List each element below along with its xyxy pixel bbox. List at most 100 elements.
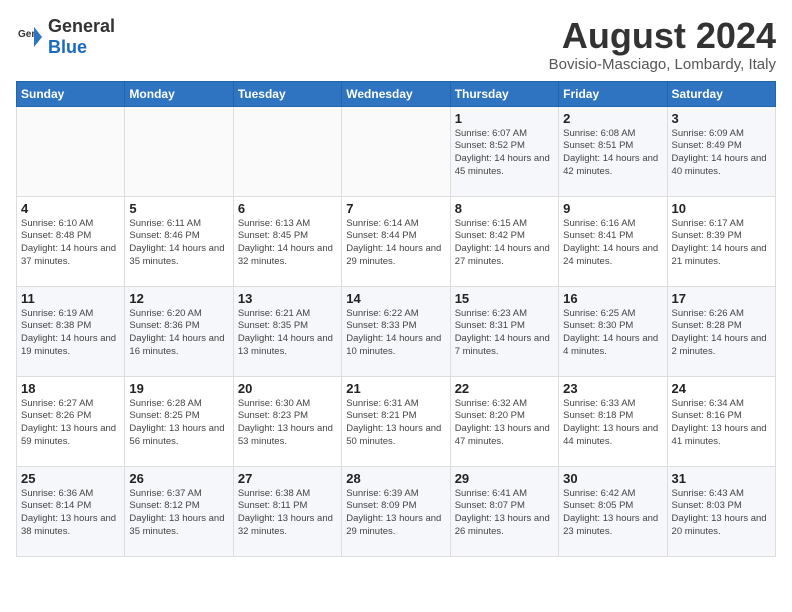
day-detail: Sunrise: 6:32 AM Sunset: 8:20 PM Dayligh…: [455, 398, 554, 449]
calendar-day-cell: 12 Sunrise: 6:20 AM Sunset: 8:36 PM Dayli…: [125, 286, 233, 376]
weekday-header-cell: Friday: [559, 81, 667, 106]
calendar-day-cell: 27 Sunrise: 6:38 AM Sunset: 8:11 PM Dayli…: [233, 466, 341, 556]
calendar-day-cell: 17Sunrise: 6:26 AM Sunset: 8:28 PM Dayli…: [667, 286, 775, 376]
day-number: 7: [346, 201, 445, 216]
day-detail: Sunrise: 6:28 AM Sunset: 8:25 PM Dayligh…: [129, 398, 228, 449]
weekday-header-cell: Monday: [125, 81, 233, 106]
day-number: 5: [129, 201, 228, 216]
calendar-day-cell: 9 Sunrise: 6:16 AM Sunset: 8:41 PM Daylig…: [559, 196, 667, 286]
calendar-week-row: 1Sunrise: 6:07 AM Sunset: 8:52 PM Daylig…: [17, 106, 776, 196]
day-detail: Sunrise: 6:36 AM Sunset: 8:14 PM Dayligh…: [21, 488, 120, 539]
calendar-day-cell: 29 Sunrise: 6:41 AM Sunset: 8:07 PM Dayli…: [450, 466, 558, 556]
day-number: 3: [672, 111, 771, 126]
day-detail: Sunrise: 6:15 AM Sunset: 8:42 PM Dayligh…: [455, 218, 554, 269]
calendar-day-cell: 28 Sunrise: 6:39 AM Sunset: 8:09 PM Dayli…: [342, 466, 450, 556]
day-number: 20: [238, 381, 337, 396]
calendar-day-cell: 6 Sunrise: 6:13 AM Sunset: 8:45 PM Daylig…: [233, 196, 341, 286]
day-detail: Sunrise: 6:39 AM Sunset: 8:09 PM Dayligh…: [346, 488, 445, 539]
day-number: 9: [563, 201, 662, 216]
day-detail: Sunrise: 6:27 AM Sunset: 8:26 PM Dayligh…: [21, 398, 120, 449]
calendar-day-cell: 26Sunrise: 6:37 AM Sunset: 8:12 PM Dayli…: [125, 466, 233, 556]
day-number: 16: [563, 291, 662, 306]
calendar-day-cell: 20 Sunrise: 6:30 AM Sunset: 8:23 PM Dayli…: [233, 376, 341, 466]
day-number: 8: [455, 201, 554, 216]
day-number: 30: [563, 471, 662, 486]
day-detail: Sunrise: 6:19 AM Sunset: 8:38 PM Dayligh…: [21, 308, 120, 359]
day-number: 29: [455, 471, 554, 486]
day-detail: Sunrise: 6:17 AM Sunset: 8:39 PM Dayligh…: [672, 218, 771, 269]
day-number: 25: [21, 471, 120, 486]
day-number: 10: [672, 201, 771, 216]
day-detail: Sunrise: 6:22 AM Sunset: 8:33 PM Dayligh…: [346, 308, 445, 359]
calendar-day-cell: 24 Sunrise: 6:34 AM Sunset: 8:16 PM Dayli…: [667, 376, 775, 466]
calendar-day-cell: 21 Sunrise: 6:31 AM Sunset: 8:21 PM Dayli…: [342, 376, 450, 466]
day-number: 19: [129, 381, 228, 396]
day-number: 28: [346, 471, 445, 486]
day-detail: Sunrise: 6:13 AM Sunset: 8:45 PM Dayligh…: [238, 218, 337, 269]
calendar-day-cell: 1Sunrise: 6:07 AM Sunset: 8:52 PM Daylig…: [450, 106, 558, 196]
day-number: 13: [238, 291, 337, 306]
day-number: 22: [455, 381, 554, 396]
day-detail: Sunrise: 6:37 AM Sunset: 8:12 PM Dayligh…: [129, 488, 228, 539]
weekday-header-cell: Wednesday: [342, 81, 450, 106]
day-detail: Sunrise: 6:16 AM Sunset: 8:41 PM Dayligh…: [563, 218, 662, 269]
weekday-header-cell: Tuesday: [233, 81, 341, 106]
calendar-day-cell: 18Sunrise: 6:27 AM Sunset: 8:26 PM Dayli…: [17, 376, 125, 466]
location-subtitle: Bovisio-Masciago, Lombardy, Italy: [549, 56, 776, 73]
page-header: Gen General Blue August 2024 Bovisio-Mas…: [16, 16, 776, 73]
day-number: 17: [672, 291, 771, 306]
day-detail: Sunrise: 6:41 AM Sunset: 8:07 PM Dayligh…: [455, 488, 554, 539]
calendar-week-row: 4Sunrise: 6:10 AM Sunset: 8:48 PM Daylig…: [17, 196, 776, 286]
calendar-day-cell: 4Sunrise: 6:10 AM Sunset: 8:48 PM Daylig…: [17, 196, 125, 286]
day-detail: Sunrise: 6:10 AM Sunset: 8:48 PM Dayligh…: [21, 218, 120, 269]
calendar-day-cell: 22 Sunrise: 6:32 AM Sunset: 8:20 PM Dayli…: [450, 376, 558, 466]
day-detail: Sunrise: 6:42 AM Sunset: 8:05 PM Dayligh…: [563, 488, 662, 539]
day-detail: Sunrise: 6:31 AM Sunset: 8:21 PM Dayligh…: [346, 398, 445, 449]
calendar-day-cell: 16Sunrise: 6:25 AM Sunset: 8:30 PM Dayli…: [559, 286, 667, 376]
logo-text-blue: Blue: [48, 37, 87, 57]
day-number: 2: [563, 111, 662, 126]
month-title: August 2024: [549, 16, 776, 56]
calendar-day-cell: [125, 106, 233, 196]
day-detail: Sunrise: 6:23 AM Sunset: 8:31 PM Dayligh…: [455, 308, 554, 359]
calendar-day-cell: [233, 106, 341, 196]
day-detail: Sunrise: 6:08 AM Sunset: 8:51 PM Dayligh…: [563, 128, 662, 179]
weekday-header-cell: Saturday: [667, 81, 775, 106]
day-detail: Sunrise: 6:43 AM Sunset: 8:03 PM Dayligh…: [672, 488, 771, 539]
calendar-week-row: 25 Sunrise: 6:36 AM Sunset: 8:14 PM Dayli…: [17, 466, 776, 556]
day-number: 11: [21, 291, 120, 306]
calendar-week-row: 18Sunrise: 6:27 AM Sunset: 8:26 PM Dayli…: [17, 376, 776, 466]
calendar-day-cell: 23Sunrise: 6:33 AM Sunset: 8:18 PM Dayli…: [559, 376, 667, 466]
calendar-day-cell: 14 Sunrise: 6:22 AM Sunset: 8:33 PM Dayli…: [342, 286, 450, 376]
day-number: 23: [563, 381, 662, 396]
day-detail: Sunrise: 6:34 AM Sunset: 8:16 PM Dayligh…: [672, 398, 771, 449]
day-number: 21: [346, 381, 445, 396]
day-detail: Sunrise: 6:21 AM Sunset: 8:35 PM Dayligh…: [238, 308, 337, 359]
calendar-day-cell: 15Sunrise: 6:23 AM Sunset: 8:31 PM Dayli…: [450, 286, 558, 376]
calendar-day-cell: 31Sunrise: 6:43 AM Sunset: 8:03 PM Dayli…: [667, 466, 775, 556]
day-detail: Sunrise: 6:20 AM Sunset: 8:36 PM Dayligh…: [129, 308, 228, 359]
day-detail: Sunrise: 6:14 AM Sunset: 8:44 PM Dayligh…: [346, 218, 445, 269]
calendar-day-cell: 19 Sunrise: 6:28 AM Sunset: 8:25 PM Dayli…: [125, 376, 233, 466]
calendar-day-cell: 7 Sunrise: 6:14 AM Sunset: 8:44 PM Daylig…: [342, 196, 450, 286]
day-detail: Sunrise: 6:09 AM Sunset: 8:49 PM Dayligh…: [672, 128, 771, 179]
calendar-day-cell: 2 Sunrise: 6:08 AM Sunset: 8:51 PM Daylig…: [559, 106, 667, 196]
day-number: 27: [238, 471, 337, 486]
logo-text-general: General: [48, 16, 115, 36]
logo-icon: Gen: [16, 23, 44, 51]
calendar-day-cell: 13 Sunrise: 6:21 AM Sunset: 8:35 PM Dayli…: [233, 286, 341, 376]
calendar-day-cell: 30 Sunrise: 6:42 AM Sunset: 8:05 PM Dayli…: [559, 466, 667, 556]
day-detail: Sunrise: 6:38 AM Sunset: 8:11 PM Dayligh…: [238, 488, 337, 539]
day-number: 6: [238, 201, 337, 216]
calendar-day-cell: [17, 106, 125, 196]
day-number: 12: [129, 291, 228, 306]
day-detail: Sunrise: 6:07 AM Sunset: 8:52 PM Dayligh…: [455, 128, 554, 179]
calendar-day-cell: 5Sunrise: 6:11 AM Sunset: 8:46 PM Daylig…: [125, 196, 233, 286]
calendar-table: SundayMondayTuesdayWednesdayThursdayFrid…: [16, 81, 776, 557]
weekday-header-cell: Sunday: [17, 81, 125, 106]
day-number: 14: [346, 291, 445, 306]
calendar-body: 1Sunrise: 6:07 AM Sunset: 8:52 PM Daylig…: [17, 106, 776, 556]
day-detail: Sunrise: 6:30 AM Sunset: 8:23 PM Dayligh…: [238, 398, 337, 449]
day-number: 24: [672, 381, 771, 396]
calendar-day-cell: 8 Sunrise: 6:15 AM Sunset: 8:42 PM Daylig…: [450, 196, 558, 286]
